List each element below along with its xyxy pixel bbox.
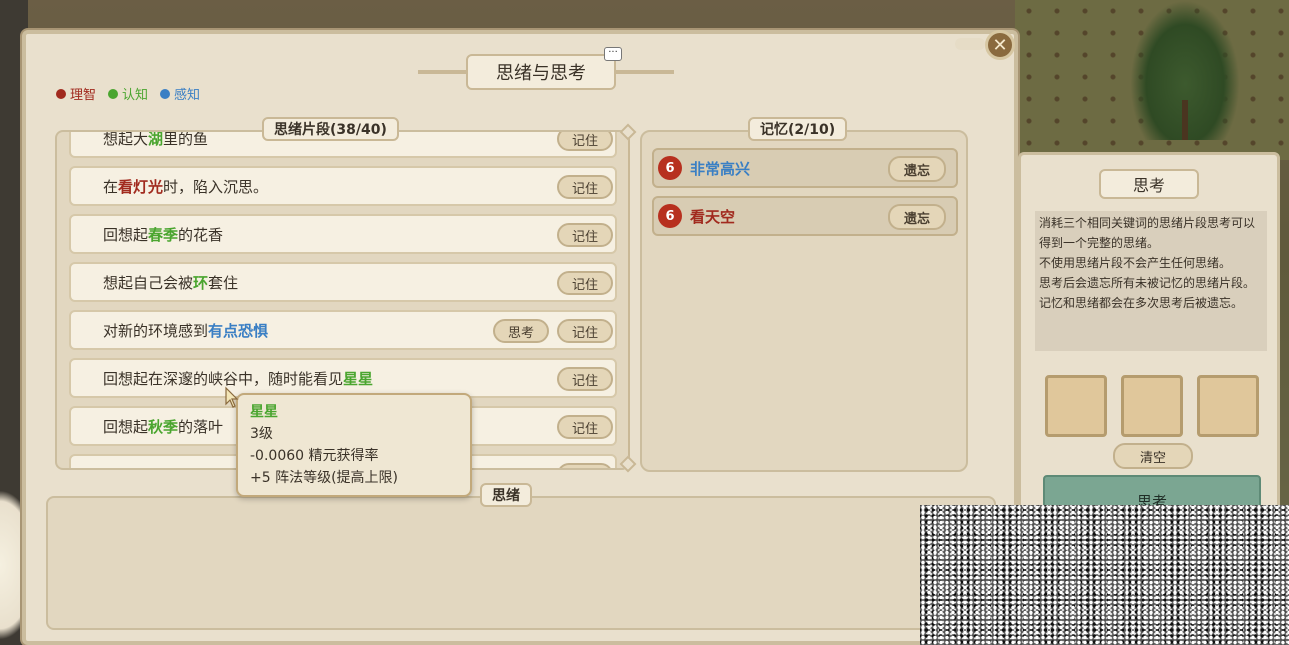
tooltip-effect-2: +5 阵法等级(提高上限) <box>250 470 399 486</box>
fragment-text: 回想起春季的花香 <box>103 225 224 244</box>
memory-count-badge: 6 <box>658 204 682 228</box>
fragments-scrollbar[interactable] <box>628 130 630 470</box>
thoughts-area <box>46 496 996 630</box>
think-row-button[interactable]: 思考 <box>493 319 549 343</box>
noise-overlay <box>920 505 1289 645</box>
pine-tree-trunk <box>1182 100 1188 140</box>
memory-row[interactable]: 6 非常高兴 遗忘 <box>652 148 958 188</box>
think-slot-2[interactable] <box>1121 375 1183 437</box>
fragment-text: 对新的环境感到有点恐惧 <box>103 321 269 340</box>
memory-label: 非常高兴 <box>690 159 751 178</box>
tooltip-title: 星星 <box>250 404 278 420</box>
think-panel-title: 思考 <box>1099 169 1199 199</box>
remember-button[interactable]: 记住 <box>557 271 613 295</box>
window-title: 思绪与思考 <box>466 54 616 90</box>
remember-button[interactable]: 记住 <box>557 415 613 439</box>
title-ornament-right <box>614 70 674 74</box>
legend-cognition: 认知 <box>108 84 148 103</box>
memory-label: 看天空 <box>690 207 736 226</box>
think-slot-3[interactable] <box>1197 375 1259 437</box>
thoughts-header: 思绪 <box>480 483 532 507</box>
close-button[interactable]: ✕ <box>985 30 1015 60</box>
think-description: 消耗三个相同关键词的思绪片段思考可以得到一个完整的思绪。 不使用思绪片段不会产生… <box>1035 211 1267 351</box>
fragment-row[interactable]: 回想起在深邃的峡谷中，随时能看见星星 记住 <box>69 358 617 398</box>
remember-button[interactable]: 记住 <box>557 367 613 391</box>
remember-button[interactable]: 记住 <box>557 175 613 199</box>
legend-reason-dot <box>56 88 66 99</box>
keyword-tooltip: 星星 3级 -0.0060 精元获得率 +5 阵法等级(提高上限) <box>236 393 472 497</box>
tooltip-level: 3级 <box>250 426 273 442</box>
fragment-text: 想起大湖里的鱼 <box>103 130 209 148</box>
forget-button[interactable]: 遗忘 <box>888 204 946 230</box>
tooltip-effect-1: -0.0060 精元获得率 <box>250 448 379 464</box>
fragments-header: 思绪片段(38/40) <box>262 117 399 141</box>
think-panel: 思考 消耗三个相同关键词的思绪片段思考可以得到一个完整的思绪。 不使用思绪片段不… <box>1018 152 1280 544</box>
think-slot-1[interactable] <box>1045 375 1107 437</box>
legend-perception: 感知 <box>160 84 200 103</box>
keyword-legend: 理智 认知 感知 <box>56 84 200 103</box>
pointer-cursor-icon <box>225 386 239 408</box>
memory-header: 记忆(2/10) <box>748 117 848 141</box>
legend-perception-label: 感知 <box>174 88 201 103</box>
legend-cognition-label: 认知 <box>122 88 149 103</box>
legend-reason-label: 理智 <box>70 88 97 103</box>
memory-count-badge: 6 <box>658 156 682 180</box>
fragment-text: 想起自己会被环套住 <box>103 273 239 292</box>
legend-cognition-dot <box>108 88 119 99</box>
close-ornament <box>955 38 985 50</box>
remember-button[interactable]: 记住 <box>557 463 613 468</box>
legend-perception-dot <box>160 88 171 99</box>
legend-reason: 理智 <box>56 84 96 103</box>
memory-row[interactable]: 6 看天空 遗忘 <box>652 196 958 236</box>
fragment-row[interactable]: 回想起春季的花香 记住 <box>69 214 617 254</box>
remember-button[interactable]: 记住 <box>557 319 613 343</box>
fragment-row[interactable]: 对新的环境感到有点恐惧 思考 记住 <box>69 310 617 350</box>
chat-menu-icon[interactable]: ··· <box>604 47 622 61</box>
remember-button[interactable]: 记住 <box>557 132 613 151</box>
clear-button[interactable]: 清空 <box>1113 443 1193 469</box>
memory-list[interactable]: 6 非常高兴 遗忘 6 看天空 遗忘 <box>640 130 968 472</box>
fragment-text: 回想起秋季的落叶 <box>103 417 224 436</box>
fragment-row[interactable]: 在看灯光时，陷入沉思。 记住 <box>69 166 617 206</box>
forget-button[interactable]: 遗忘 <box>888 156 946 182</box>
fragment-text: 在看灯光时，陷入沉思。 <box>103 177 269 196</box>
remember-button[interactable]: 记住 <box>557 223 613 247</box>
fragment-row[interactable]: 想起自己会被环套住 记住 <box>69 262 617 302</box>
